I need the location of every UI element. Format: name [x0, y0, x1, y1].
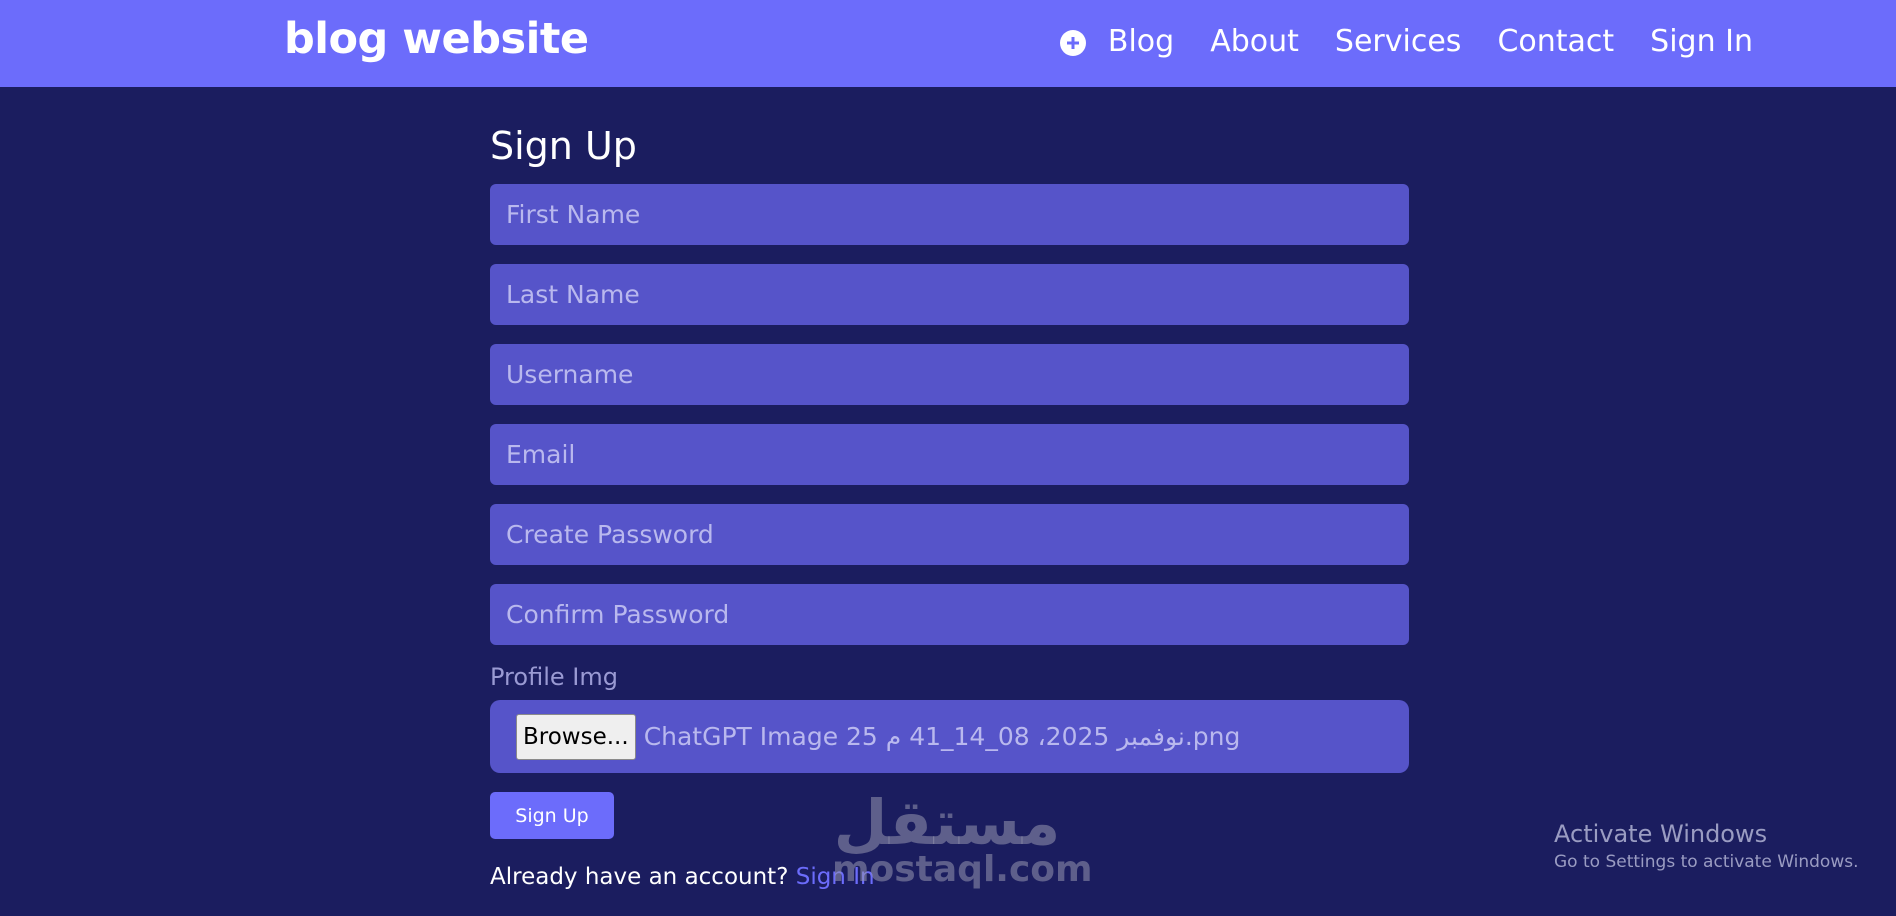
signup-form: Sign Up Profile Img Browse... ChatGPT Im…: [490, 118, 1409, 895]
last-name-input[interactable]: [490, 264, 1409, 325]
profile-img-label: Profile Img: [490, 663, 618, 691]
profile-img-file-input[interactable]: Browse... ChatGPT Image 25 نوفمبر 2025، …: [490, 700, 1409, 773]
nav-link-sign-in[interactable]: Sign In: [1650, 20, 1753, 64]
watermark-latin-text: mostaql.com: [832, 849, 1093, 890]
page-title: Sign Up: [490, 124, 637, 168]
nav-link-contact[interactable]: Contact: [1497, 20, 1614, 64]
navbar: blog website Blog About Services Contact…: [0, 0, 1896, 87]
create-password-input[interactable]: [490, 504, 1409, 565]
nav-link-about[interactable]: About: [1210, 20, 1299, 64]
mostaql-watermark: مستقل mostaql.com: [832, 786, 1093, 890]
nav-link-services[interactable]: Services: [1335, 20, 1462, 64]
watermark-arabic-text: مستقل: [833, 786, 1061, 859]
sign-in-prompt-text: Already have an account?: [490, 864, 789, 890]
brand-logo[interactable]: blog website: [284, 12, 589, 66]
activation-subtitle: Go to Settings to activate Windows.: [1554, 852, 1859, 872]
confirm-password-input[interactable]: [490, 584, 1409, 645]
nav-menu: Blog About Services Contact Sign In: [1059, 20, 1753, 64]
activation-title: Activate Windows: [1554, 820, 1768, 848]
first-name-input[interactable]: [490, 184, 1409, 245]
email-input[interactable]: [490, 424, 1409, 485]
selected-file-name: ChatGPT Image 25 نوفمبر 2025، 08_14_41 م…: [643, 722, 1241, 751]
plus-circle-icon[interactable]: [1059, 30, 1086, 56]
nav-link-blog[interactable]: Blog: [1108, 20, 1174, 64]
sign-up-button[interactable]: Sign Up: [490, 792, 614, 839]
windows-activation-notice: Activate Windows Go to Settings to activ…: [1554, 819, 1859, 875]
username-input[interactable]: [490, 344, 1409, 405]
browse-button[interactable]: Browse...: [516, 713, 636, 760]
